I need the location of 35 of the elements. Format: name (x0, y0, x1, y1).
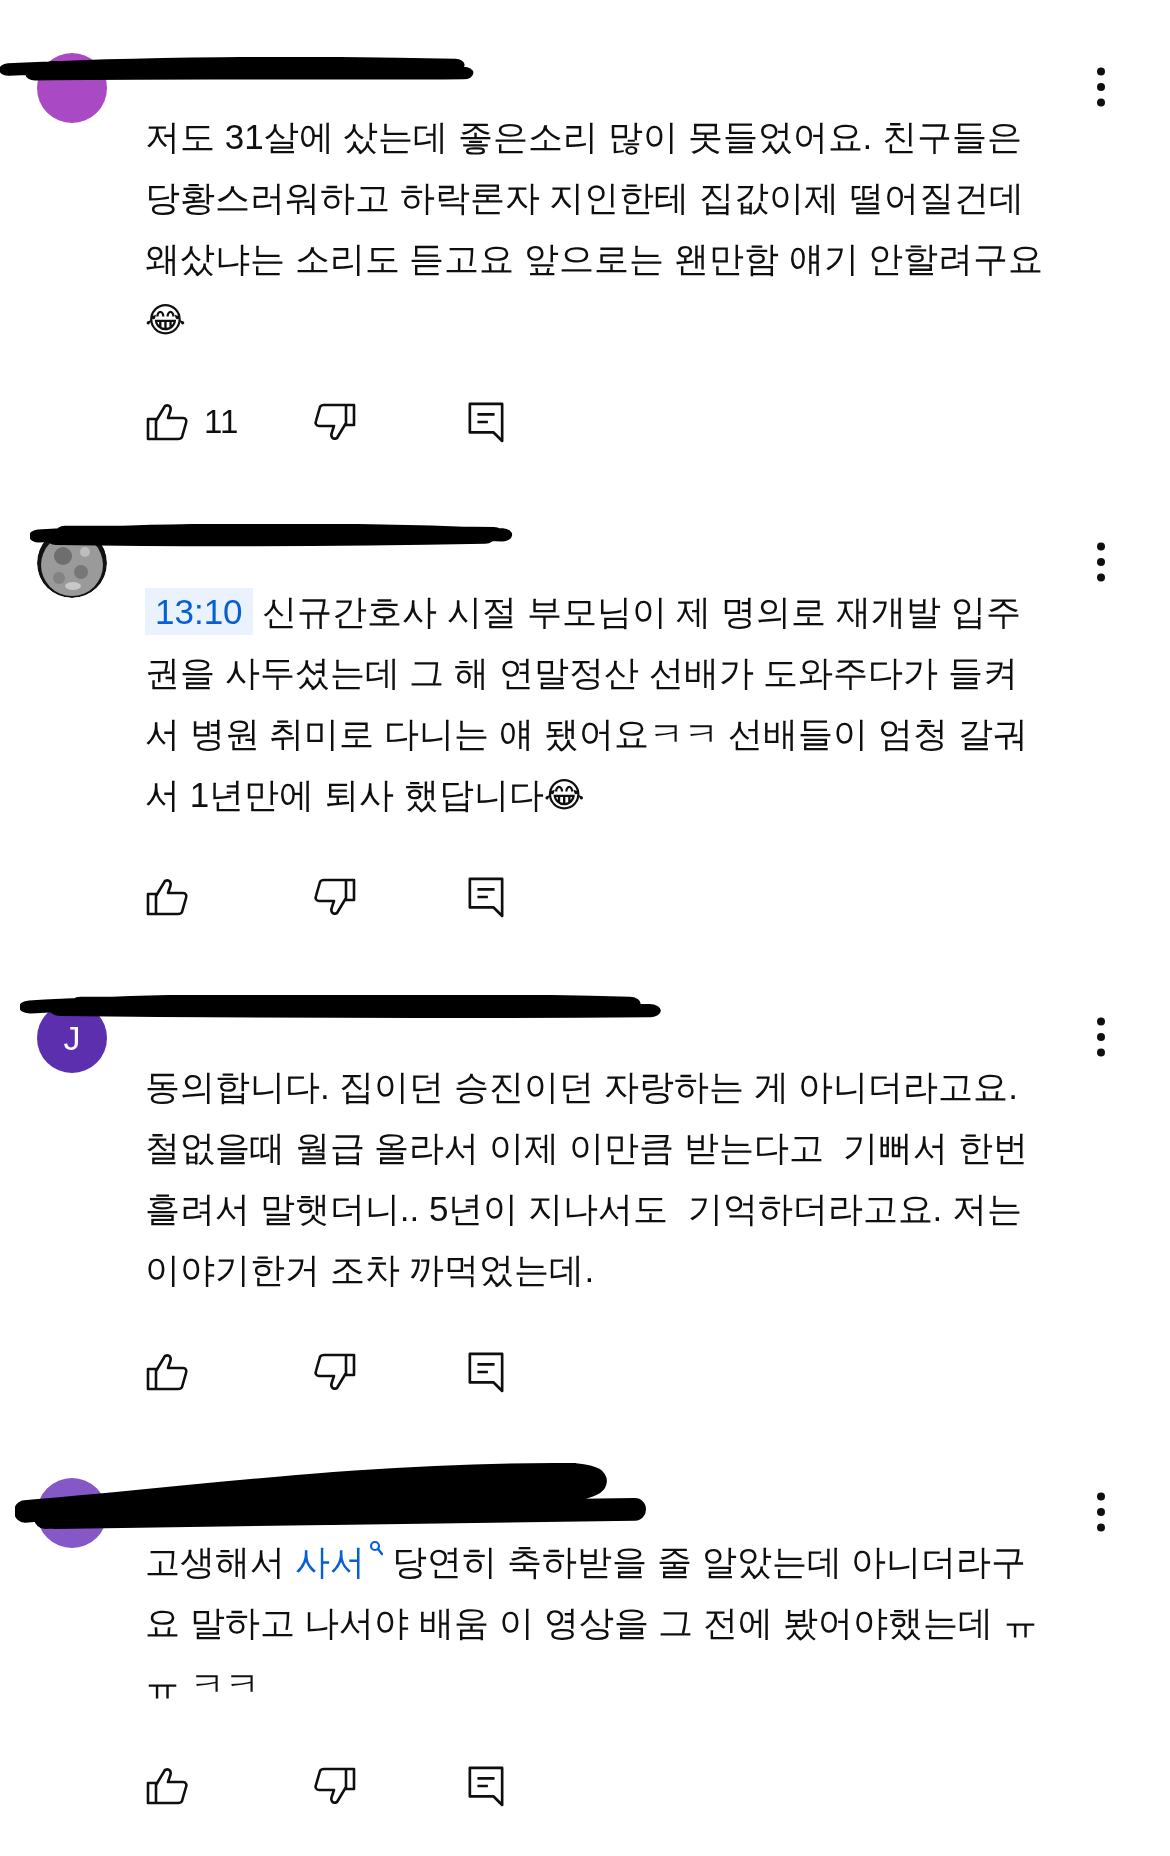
reply-icon[interactable] (467, 1765, 505, 1807)
search-link[interactable]: 사서 (294, 1542, 383, 1581)
more-options-icon[interactable] (1096, 542, 1106, 582)
comment-text: 고생해서 사서 당연히 축하받을 줄 알았는데 아니더라구 (145, 1539, 1028, 1583)
thumbs-up-icon[interactable] (145, 402, 189, 442)
more-options-icon[interactable] (1096, 1017, 1106, 1057)
comment-text: 철없을때 월급 올라서 이제 이만큼 받는다고 기뻐서 한번 (145, 1127, 1029, 1169)
comment-text: 서 1년만에 퇴사 했답니다😂 (145, 774, 586, 816)
more-options-icon[interactable] (1096, 67, 1106, 107)
thumbs-down-icon[interactable] (313, 1766, 357, 1806)
thumbs-down-icon[interactable] (313, 1352, 357, 1392)
search-icon (368, 1540, 383, 1556)
thumbs-up-icon[interactable] (145, 877, 189, 917)
thumbs-down-icon[interactable] (313, 402, 357, 442)
timestamp-link[interactable]: 13:10 (145, 588, 253, 635)
more-options-icon[interactable] (1096, 1492, 1106, 1532)
reply-icon[interactable] (467, 401, 505, 443)
comment-text: 13:10 신규간호사 시절 부모님이 제 명의로 재개발 입주 (145, 581, 1170, 642)
comment-text: 😂 (145, 299, 187, 341)
comment-text: ㅠ ㅋㅋ (145, 1663, 261, 1705)
comment-text: 왜샀냐는 소리도 듣고요 앞으로는 왠만함 얘기 안할려구요 (145, 238, 1045, 280)
comment-text: 저도 31살에 샀는데 좋은소리 많이 못들었어요. 친구들은 (145, 116, 1023, 158)
comment-text: 흘려서 말햇더니.. 5년이 지나서도 기억하더라고요. 저는 (145, 1188, 1023, 1230)
comment-text: 동의합니다. 집이던 승진이던 자랑하는 게 아니더라고요. (145, 1066, 1020, 1108)
comment-text: 요 말하고 나서야 배움 이 영상을 그 전에 봤어야했는데 ㅠ (145, 1602, 1039, 1644)
reply-icon[interactable] (467, 1351, 505, 1393)
thumbs-up-icon[interactable] (145, 1766, 189, 1806)
reply-icon[interactable] (467, 876, 505, 918)
like-count: 11 (204, 403, 239, 441)
comment-text: 당황스러워하고 하락론자 지인한테 집값이제 떨어질건데 (145, 177, 1025, 219)
comment-text: 서 병원 취미로 다니는 얘 됐어요ㅋㅋ 선배들이 엄청 갈궈 (145, 713, 1029, 755)
comment-text: 이야기한거 조차 까먹었는데. (145, 1249, 596, 1291)
thumbs-down-icon[interactable] (313, 877, 357, 917)
comment-text: 권을 사두셨는데 그 해 연말정산 선배가 도와주다가 들켜 (145, 652, 1020, 694)
thumbs-up-icon[interactable] (145, 1352, 189, 1392)
